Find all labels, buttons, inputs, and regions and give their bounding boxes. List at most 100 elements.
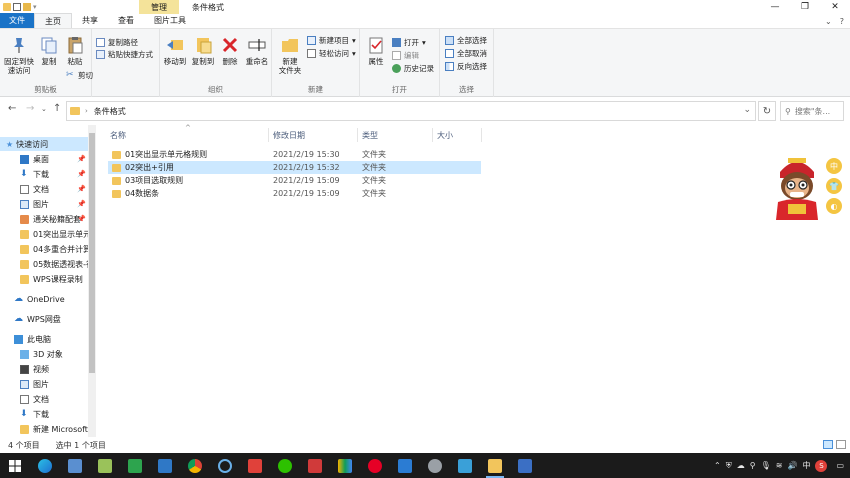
table-row[interactable]: 02突出+引用 2021/2/19 15:32 文件夹 bbox=[108, 161, 481, 174]
up-arrow-icon[interactable]: ↑ bbox=[53, 103, 61, 114]
monitor-app-icon[interactable] bbox=[60, 453, 90, 478]
nav-scrollbar-thumb[interactable] bbox=[89, 133, 95, 373]
search-input[interactable]: ⚲ 搜索"条... bbox=[780, 101, 844, 121]
help-icon[interactable]: ? bbox=[840, 17, 844, 26]
nav-item-desktop[interactable]: 桌面 📌 bbox=[0, 152, 88, 166]
tray-microphone-icon[interactable]: 🎙 bbox=[761, 461, 771, 470]
forward-arrow-icon[interactable]: → bbox=[26, 103, 34, 114]
tray-cloud-icon[interactable]: ☁ bbox=[737, 461, 745, 470]
refresh-icon[interactable]: ↻ bbox=[758, 101, 776, 121]
windows-start-icon[interactable] bbox=[0, 453, 30, 478]
nav-pc-new-microsoft[interactable]: 新建 Microsoft bbox=[0, 422, 88, 436]
column-divider[interactable] bbox=[432, 128, 433, 142]
nav-pc-downloads[interactable]: ⬇ 下载 bbox=[0, 407, 88, 421]
nav-item-folder-5[interactable]: WPS课程录制 bbox=[0, 272, 88, 286]
nav-item-folder-1[interactable]: 通关秘籍配套 📌 bbox=[0, 212, 88, 226]
column-header-modified[interactable]: 修改日期 bbox=[273, 128, 305, 142]
photos-app-icon[interactable] bbox=[510, 453, 540, 478]
breadcrumb-chevron-icon[interactable]: › bbox=[85, 107, 88, 115]
xmind-icon[interactable] bbox=[240, 453, 270, 478]
tab-file[interactable]: 文件 bbox=[0, 13, 34, 28]
properties-button[interactable]: 属性 bbox=[364, 35, 388, 66]
easy-access-button[interactable]: 轻松访问 ▾ bbox=[307, 47, 356, 59]
tray-language[interactable]: 中 bbox=[802, 460, 810, 471]
tab-view[interactable]: 查看 bbox=[108, 13, 144, 28]
column-header-type[interactable]: 类型 bbox=[362, 128, 378, 142]
red-app-icon[interactable] bbox=[300, 453, 330, 478]
nav-item-pictures[interactable]: 图片 📌 bbox=[0, 197, 88, 211]
nav-item-documents[interactable]: 文档 📌 bbox=[0, 182, 88, 196]
green-app-icon[interactable] bbox=[120, 453, 150, 478]
nav-pc-pictures[interactable]: 图片 bbox=[0, 377, 88, 391]
netease-music-icon[interactable] bbox=[360, 453, 390, 478]
rename-button[interactable]: 重命名 bbox=[244, 35, 270, 66]
nav-onedrive[interactable]: ☁ OneDrive bbox=[0, 292, 88, 306]
copy-to-button[interactable]: 复制到 bbox=[190, 35, 216, 66]
nav-item-folder-2[interactable]: 01突出显示单元 bbox=[0, 227, 88, 241]
nav-scrollbar[interactable] bbox=[88, 125, 96, 437]
open-button[interactable]: 打开 ▾ bbox=[392, 36, 426, 48]
minimize-button[interactable]: — bbox=[760, 0, 790, 14]
move-to-button[interactable]: 移动到 bbox=[162, 35, 188, 66]
manage-tab[interactable]: 管理 bbox=[139, 0, 179, 14]
table-row[interactable]: 04数据条 2021/2/19 15:09 文件夹 bbox=[108, 187, 481, 200]
table-row[interactable]: 01突出显示单元格规则 2021/2/19 15:30 文件夹 bbox=[108, 148, 481, 161]
moon-icon[interactable]: ◐ bbox=[826, 198, 842, 214]
chrome-icon[interactable] bbox=[180, 453, 210, 478]
tray-shield-icon[interactable]: ⛨ bbox=[726, 461, 732, 471]
camera-app-icon[interactable] bbox=[420, 453, 450, 478]
edit-button[interactable]: 编辑 bbox=[392, 49, 419, 61]
nav-quick-access[interactable]: ★ 快速访问 bbox=[0, 137, 88, 151]
tray-volume-icon[interactable]: 🔊 bbox=[787, 461, 797, 470]
pin-quick-access-button[interactable]: 固定到快 速访问 bbox=[3, 35, 35, 75]
wechat-icon[interactable] bbox=[270, 453, 300, 478]
maximize-button[interactable]: ❐ bbox=[790, 0, 820, 14]
tab-home[interactable]: 主页 bbox=[34, 13, 72, 28]
tray-chevron-icon[interactable]: ⌃ bbox=[714, 461, 721, 470]
new-folder-qa-icon[interactable] bbox=[23, 3, 31, 11]
properties-qa-icon[interactable] bbox=[13, 3, 21, 11]
nav-item-downloads[interactable]: ⬇ 下载 📌 bbox=[0, 167, 88, 181]
tab-picture-tools[interactable]: 图片工具 bbox=[144, 13, 196, 28]
mascot-character[interactable] bbox=[768, 150, 826, 222]
notepad-app-icon[interactable] bbox=[90, 453, 120, 478]
screenshot-app-icon[interactable] bbox=[450, 453, 480, 478]
close-button[interactable]: ✕ bbox=[820, 0, 850, 14]
paste-button[interactable]: 粘贴 bbox=[64, 35, 86, 66]
nav-item-folder-4[interactable]: 05数据透视表-行 bbox=[0, 257, 88, 271]
history-button[interactable]: 历史记录 bbox=[392, 62, 434, 74]
back-arrow-icon[interactable]: ← bbox=[8, 103, 16, 114]
notification-icon[interactable]: ▭ bbox=[836, 461, 844, 470]
star-app-icon[interactable] bbox=[150, 453, 180, 478]
nav-pc-videos[interactable]: 视频 bbox=[0, 362, 88, 376]
column-header-name[interactable]: 名称 bbox=[110, 128, 126, 142]
column-header-size[interactable]: 大小 bbox=[437, 128, 453, 142]
column-divider[interactable] bbox=[268, 128, 269, 142]
new-folder-button[interactable]: 新建 文件夹 bbox=[276, 35, 304, 75]
tray-input-method[interactable]: S bbox=[815, 459, 828, 472]
file-explorer-icon[interactable] bbox=[480, 453, 510, 478]
edge-icon[interactable] bbox=[30, 453, 60, 478]
nav-pc-documents[interactable]: 文档 bbox=[0, 392, 88, 406]
qa-dropdown-icon[interactable]: ▾ bbox=[33, 3, 37, 11]
language-zh-button[interactable]: 中 bbox=[826, 158, 842, 174]
address-bar[interactable]: › 条件格式 ⌄ bbox=[66, 101, 756, 121]
tray-search-icon[interactable]: ⚲ bbox=[750, 461, 756, 470]
nav-pc-3d-objects[interactable]: 3D 对象 bbox=[0, 347, 88, 361]
details-view-icon[interactable] bbox=[823, 440, 833, 449]
column-divider[interactable] bbox=[481, 128, 482, 142]
invert-selection-button[interactable]: 反向选择 bbox=[445, 60, 487, 72]
tab-share[interactable]: 共享 bbox=[72, 13, 108, 28]
recent-locations-chevron-icon[interactable]: ⌄ bbox=[41, 105, 47, 113]
copy-button[interactable]: 复制 bbox=[38, 35, 60, 66]
nav-wps-drive[interactable]: ☁ WPS网盘 bbox=[0, 312, 88, 326]
large-icons-view-icon[interactable] bbox=[836, 440, 846, 449]
new-item-button[interactable]: 新建项目 ▾ bbox=[307, 34, 356, 46]
nav-item-folder-3[interactable]: 04多重合并计算 bbox=[0, 242, 88, 256]
nav-this-pc[interactable]: 此电脑 bbox=[0, 332, 88, 346]
network-app-icon[interactable] bbox=[210, 453, 240, 478]
cut-button[interactable]: ✂ 剪切 bbox=[66, 69, 93, 81]
delete-button[interactable]: 删除 bbox=[220, 35, 240, 66]
address-dropdown-icon[interactable]: ⌄ bbox=[743, 105, 751, 115]
colorful-app-icon[interactable] bbox=[330, 453, 360, 478]
